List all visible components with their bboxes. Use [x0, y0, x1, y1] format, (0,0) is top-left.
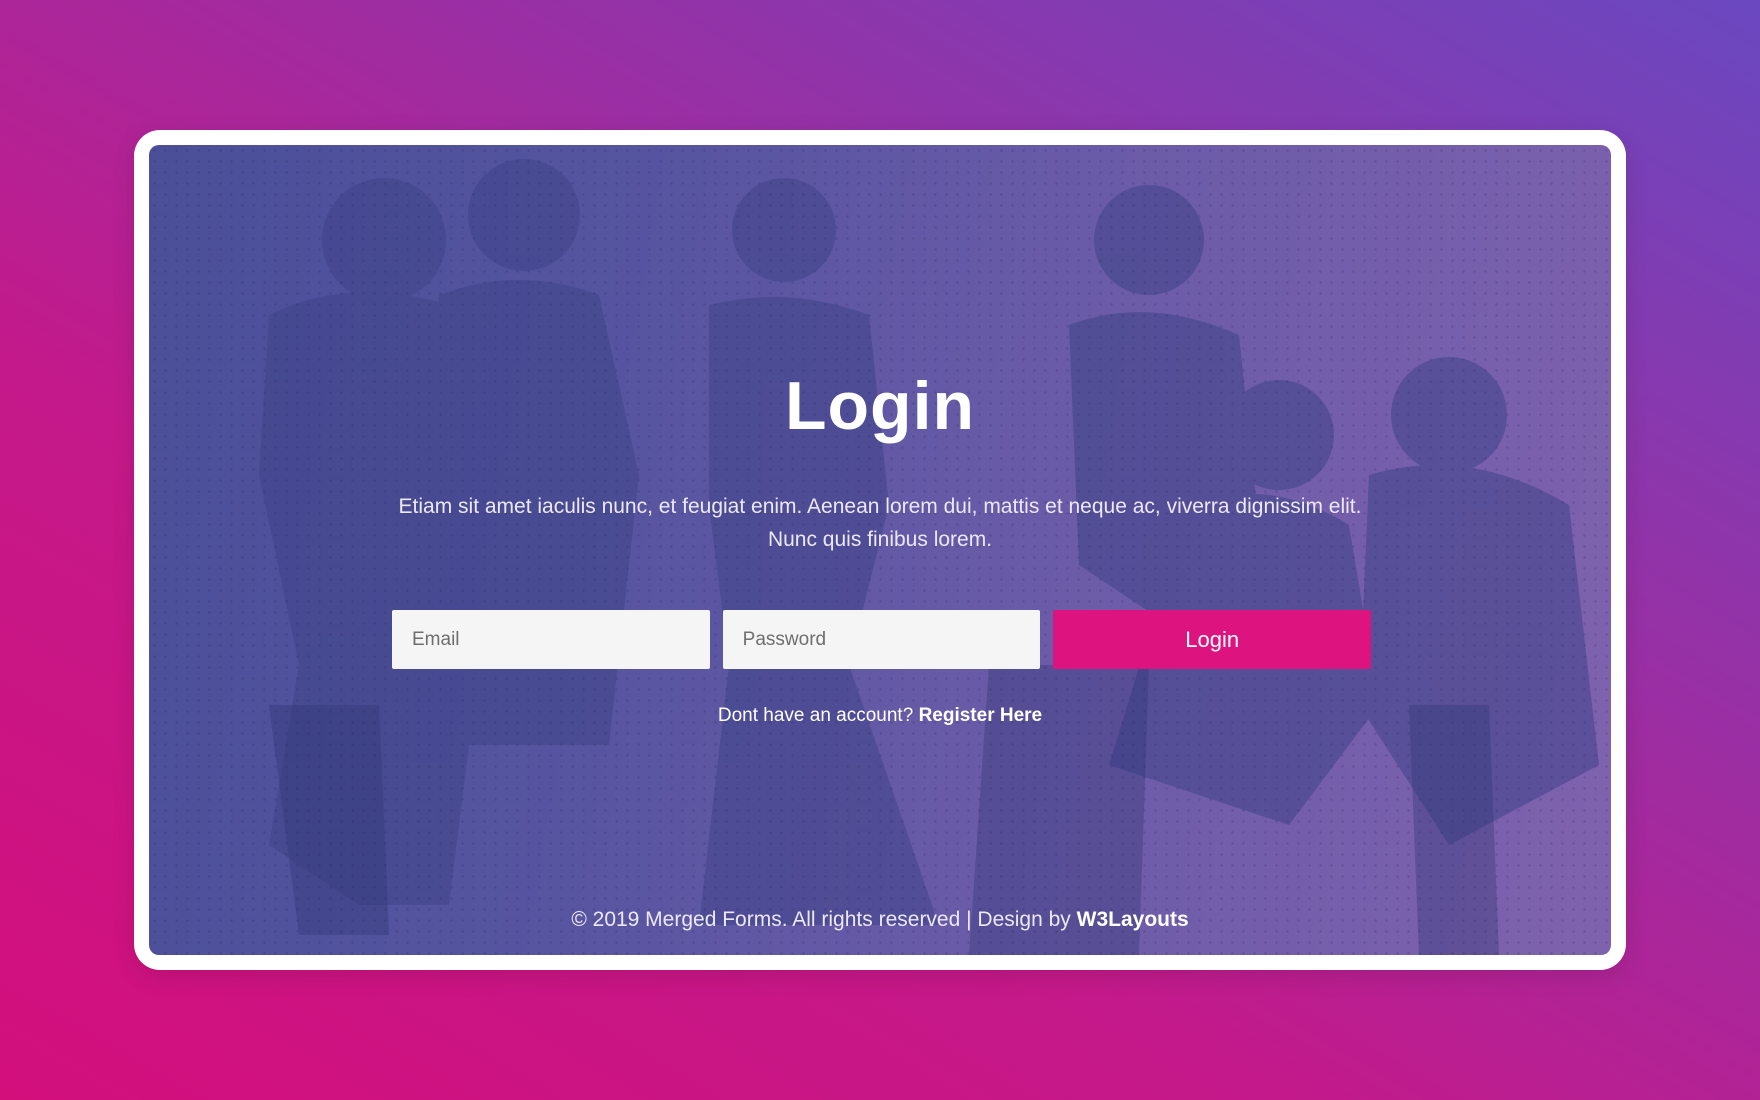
- password-input[interactable]: [722, 610, 1041, 669]
- login-form: Login: [392, 610, 1371, 669]
- credit-link[interactable]: W3Layouts: [1077, 908, 1189, 931]
- register-prompt: Dont have an account? Register Here: [149, 705, 1611, 727]
- login-content: Login Etiam sit amet iaculis nunc, et fe…: [149, 145, 1611, 955]
- copyright-text: © 2019 Merged Forms. All rights reserved…: [571, 908, 1071, 931]
- login-card: Login Etiam sit amet iaculis nunc, et fe…: [149, 145, 1611, 955]
- login-description: Etiam sit amet iaculis nunc, et feugiat …: [398, 495, 1362, 551]
- login-frame: Login Etiam sit amet iaculis nunc, et fe…: [134, 130, 1626, 970]
- login-button[interactable]: Login: [1053, 610, 1371, 669]
- register-prompt-text: Dont have an account?: [717, 705, 914, 726]
- register-link[interactable]: Register Here: [919, 705, 1043, 726]
- page-title: Login: [784, 368, 976, 444]
- email-input[interactable]: [392, 610, 710, 669]
- footer: © 2019 Merged Forms. All rights reserved…: [149, 908, 1611, 932]
